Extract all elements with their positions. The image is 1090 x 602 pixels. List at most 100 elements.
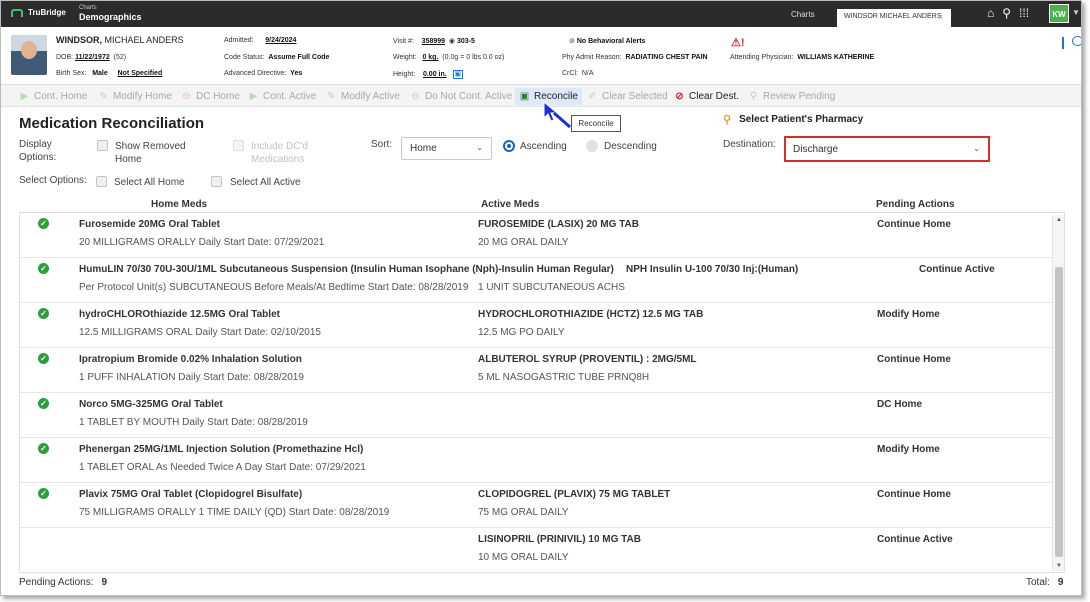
chevron-down-icon[interactable]: ▼ xyxy=(1072,8,1080,17)
show-removed-home-label: Show Removed Home xyxy=(115,141,186,165)
descending-radio[interactable] xyxy=(586,140,598,152)
edit-icon: ✎ xyxy=(99,91,108,102)
select-all-home-checkbox[interactable] xyxy=(96,176,107,187)
active-med-name: NPH Insulin U-100 70/30 Inj:(Human) xyxy=(626,264,799,275)
include-dc-meds-checkbox[interactable] xyxy=(233,140,244,151)
cursor-arrow-icon xyxy=(543,100,571,129)
ascending-radio[interactable] xyxy=(503,140,515,152)
home-med-name: hydroCHLOROthiazide 12.5MG Oral Tablet xyxy=(79,309,280,320)
active-med-detail: 20 MG ORAL DAILY xyxy=(478,237,569,248)
pending-action: Continue Active xyxy=(877,534,953,545)
select-pharmacy-link[interactable]: ⚲ Select Patient's Pharmacy xyxy=(723,113,863,126)
check-circle-icon[interactable]: ✓ xyxy=(38,218,49,229)
home-med-detail: 1 TABLET ORAL As Needed Twice A Day Star… xyxy=(79,462,366,473)
include-dc-meds-label: Include DC'd Medications xyxy=(251,141,308,165)
cont-home-button[interactable]: ▶ Cont. Home xyxy=(19,88,88,105)
home-med-detail: 75 MILLIGRAMS ORALLY 1 TIME DAILY (QD) S… xyxy=(79,507,390,518)
home-med-detail: 20 MILLIGRAMS ORALLY Daily Start Date: 0… xyxy=(79,237,325,248)
table-row[interactable]: ✓ Furosemide 20MG Oral Tablet 20 MILLIGR… xyxy=(20,213,1053,258)
allergy-alert-icon[interactable]: ⚠! xyxy=(731,36,745,49)
modify-home-button[interactable]: ✎ Modify Home xyxy=(98,88,172,105)
check-circle-icon[interactable]: ✓ xyxy=(38,488,49,499)
patient-photo xyxy=(11,35,47,75)
select-all-active-checkbox[interactable] xyxy=(211,176,222,187)
patient-banner: WINDSOR, MICHAEL ANDERS DOB: 11/22/1972 … xyxy=(1,27,1081,85)
scrollbar-thumb[interactable] xyxy=(1055,267,1063,557)
sort-select-value: Home xyxy=(410,143,437,154)
show-removed-home-checkbox[interactable] xyxy=(97,140,108,151)
admitted-field: Admitted: 9/24/2024 xyxy=(224,37,297,44)
clear-selected-button[interactable]: ✐ Clear Selected xyxy=(587,88,667,105)
no-alert-icon: ⊘ xyxy=(569,38,575,45)
brand-logo[interactable]: TruBridge xyxy=(11,8,66,17)
check-circle-icon[interactable]: ✓ xyxy=(38,443,49,454)
app-title-label: Demographics xyxy=(79,12,142,22)
behavioral-alerts[interactable]: ⊘ No Behavioral Alerts xyxy=(569,37,645,45)
search-icon[interactable]: ⚲ xyxy=(1002,6,1011,20)
col-pending-actions[interactable]: Pending Actions xyxy=(876,199,955,210)
dc-home-button[interactable]: ⊖ DC Home xyxy=(181,88,240,105)
table-scrollbar[interactable]: ▲ ▼ xyxy=(1052,215,1064,571)
code-status-field: Code Status: Assume Full Code xyxy=(224,54,330,61)
check-circle-icon[interactable]: ✓ xyxy=(38,263,49,274)
destination-select-value: Discharge xyxy=(793,144,839,155)
pending-action: Continue Home xyxy=(877,219,951,230)
reconcile-icon: ▣ xyxy=(519,91,530,102)
check-circle-icon[interactable]: ✓ xyxy=(38,353,49,364)
table-row[interactable]: ✓ hydroCHLOROthiazide 12.5MG Oral Tablet… xyxy=(20,303,1053,348)
table-row[interactable]: ✓ Plavix 75MG Oral Tablet (Clopidogrel B… xyxy=(20,483,1053,528)
eraser-icon: ✐ xyxy=(588,91,597,102)
apps-grid-icon[interactable]: ⁞⁞⁞ xyxy=(1019,6,1029,20)
tab-patient[interactable]: WINDSOR MICHAEL ANDERS × xyxy=(837,9,951,27)
location-pin-icon: ◉ xyxy=(448,38,456,45)
table-row[interactable]: ✓ HumuLIN 70/30 70U-30U/1ML Subcutaneous… xyxy=(20,258,1053,303)
col-active-meds[interactable]: Active Meds xyxy=(481,199,539,210)
active-med-name: FUROSEMIDE (LASIX) 20 MG TAB xyxy=(478,219,639,230)
destination-select[interactable]: Discharge ⌄ xyxy=(784,136,990,162)
home-med-name: Norco 5MG-325MG Oral Tablet xyxy=(79,399,223,410)
clear-dest-button[interactable]: ⊘ Clear Dest. xyxy=(674,88,739,105)
check-circle-icon[interactable]: ✓ xyxy=(38,308,49,319)
home-icon[interactable]: ⌂ xyxy=(987,6,994,20)
app-title: Charts Demographics xyxy=(79,4,142,22)
col-home-meds[interactable]: Home Meds xyxy=(151,199,207,210)
stop-icon: ⊖ xyxy=(182,91,191,102)
no-entry-icon: ⊘ xyxy=(675,91,684,102)
top-icons: ⌂ ⚲ ⁞⁞⁞ xyxy=(987,6,1029,20)
chat-icon[interactable] xyxy=(1072,36,1081,46)
tab-charts[interactable]: Charts xyxy=(791,10,815,19)
admit-reason-field: Phy Admit Reason: RADIATING CHEST PAIN xyxy=(562,54,708,61)
sort-select[interactable]: Home ⌄ xyxy=(401,137,492,160)
home-med-name: Plavix 75MG Oral Tablet (Clopidogrel Bis… xyxy=(79,489,303,500)
do-not-cont-active-button[interactable]: ⊖ Do Not Cont. Active xyxy=(410,88,512,105)
home-med-name: Ipratropium Bromide 0.02% Inhalation Sol… xyxy=(79,354,302,365)
pending-action: Continue Home xyxy=(877,489,951,500)
select-all-active-label: Select All Active xyxy=(230,177,301,188)
pending-actions-count: Pending Actions: 9 xyxy=(19,577,108,588)
cont-active-button[interactable]: ▶ Cont. Active xyxy=(248,88,317,105)
active-med-detail: 12.5 MG PO DAILY xyxy=(478,327,565,338)
check-circle-icon[interactable]: ✓ xyxy=(38,398,49,409)
select-all-home-label: Select All Home xyxy=(114,177,185,188)
modify-active-button[interactable]: ✎ Modify Active xyxy=(326,88,400,105)
patient-name: WINDSOR, MICHAEL ANDERS xyxy=(56,35,184,45)
page-title: Medication Reconciliation xyxy=(19,115,205,132)
table-row[interactable]: ✓ Phenergan 25MG/1ML Injection Solution … xyxy=(20,438,1053,483)
med-table-body: ✓ Furosemide 20MG Oral Tablet 20 MILLIGR… xyxy=(19,213,1065,573)
review-pending-button[interactable]: ⚲ Review Pending xyxy=(748,88,835,105)
user-avatar[interactable]: KW xyxy=(1049,4,1069,23)
table-row[interactable]: ✓ Ipratropium Bromide 0.02% Inhalation S… xyxy=(20,348,1053,393)
table-row[interactable]: LISINOPRIL (PRINIVIL) 10 MG TAB 10 MG OR… xyxy=(20,528,1053,572)
table-row[interactable]: ✓ Norco 5MG-325MG Oral Tablet 1 TABLET B… xyxy=(20,393,1053,438)
total-count: Total: 9 xyxy=(1026,577,1064,588)
info-icon[interactable]: ▣ xyxy=(452,70,464,79)
tab-patient-label: WINDSOR MICHAEL ANDERS xyxy=(844,13,942,20)
pending-action: Continue Active xyxy=(919,264,995,275)
scroll-down-icon[interactable]: ▼ xyxy=(1056,563,1062,569)
play-icon: ▶ xyxy=(249,91,258,102)
scroll-up-icon[interactable]: ▲ xyxy=(1056,217,1062,223)
advanced-directive-field: Advanced Directive: Yes xyxy=(224,70,303,77)
weight-field: Weight: 0 kg. (0.0g = 0 lbs 0.0 oz) xyxy=(393,54,505,61)
attending-field: Attending Physician: WILLIAMS KATHERINE xyxy=(730,54,875,61)
close-icon[interactable]: × xyxy=(938,12,943,22)
